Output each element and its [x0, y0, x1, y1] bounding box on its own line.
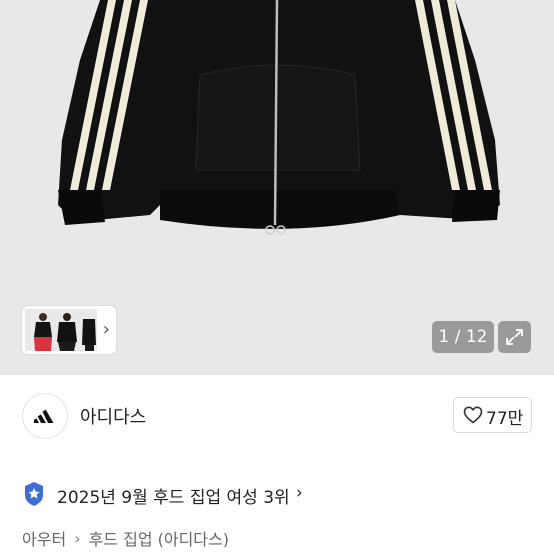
fullscreen-button[interactable]	[498, 321, 531, 353]
thumbnail-strip[interactable]: ›	[22, 306, 116, 354]
ranking-row[interactable]: 2025년 9월 후드 집업 여성 3위 ›	[22, 480, 422, 508]
brand-row[interactable]: 아디다스 77만	[0, 390, 554, 440]
like-button[interactable]: 77만	[453, 397, 532, 433]
breadcrumb: 아우터 › 후드 집업 (아디다스)	[22, 526, 229, 550]
chevron-right-icon: ›	[296, 483, 303, 503]
blue-star-badge-icon	[25, 482, 43, 506]
expand-icon	[506, 329, 523, 345]
adidas-logo-icon[interactable]	[22, 393, 68, 439]
breadcrumb-item-outerwear[interactable]: 아우터	[22, 530, 66, 549]
chevron-right-icon: ›	[102, 319, 110, 340]
brand-name[interactable]: 아디다스	[80, 403, 146, 429]
ranking-text: 2025년 9월 후드 집업 여성 3위	[57, 488, 290, 508]
like-count: 77만	[486, 409, 524, 429]
thumbnail-images	[25, 309, 97, 351]
breadcrumb-separator: ›	[74, 528, 81, 548]
image-page-counter: 1 / 12	[432, 321, 494, 353]
heart-outline-icon	[463, 406, 483, 424]
breadcrumb-item-hood-zipup[interactable]: 후드 집업 (아디다스)	[89, 530, 229, 549]
product-image-gallery[interactable]: › 1 / 12	[0, 0, 554, 375]
